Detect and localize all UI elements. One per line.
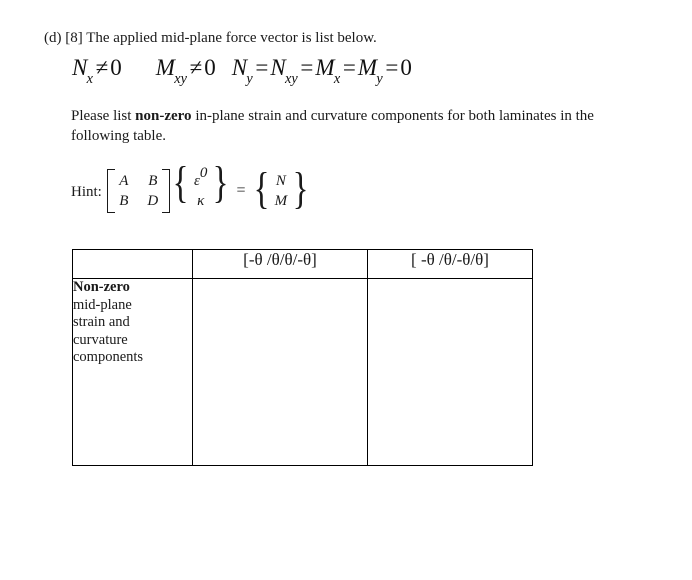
load-vector: { N M } (251, 164, 312, 213)
operator-equals: = (300, 55, 314, 80)
header-cell-blank (72, 249, 193, 279)
symbol-n: N (270, 55, 286, 80)
operator-not-equal: ≠ (189, 55, 203, 80)
equation-term-mxy: Mxy ≠0 (156, 53, 216, 92)
table-row: Non-zero mid-plane strain and curvature … (72, 278, 533, 466)
answer-cell-laminate-1[interactable] (192, 278, 368, 466)
strain-curvature-vector: { ε0 κ } (170, 158, 232, 219)
hint-label: Hint: (71, 183, 102, 200)
table-header-row: [-θ /θ/θ/-θ] [ -θ /θ/-θ/θ] (72, 249, 533, 279)
curly-brace-left-icon: { (253, 164, 270, 213)
instruction-text-start: Please list (71, 108, 136, 124)
row-label-line-2: mid-plane (73, 296, 132, 313)
curly-brace-left-icon: { (172, 158, 189, 207)
vector-cell-curvature: κ (197, 193, 205, 209)
symbol-n: N (231, 55, 248, 80)
row-label-cell: Non-zero mid-plane strain and curvature … (72, 278, 193, 466)
value-zero: 0 (204, 55, 216, 80)
value-zero: 0 (110, 55, 122, 80)
strain-vector-cells: ε0 κ (191, 163, 210, 219)
hint-equals-sign: = (236, 182, 246, 199)
matrix-cell-a22: D (147, 193, 159, 209)
operator-equals: = (385, 55, 399, 80)
curly-brace-right-icon: } (292, 164, 309, 213)
operator-not-equal: ≠ (95, 55, 109, 80)
answer-cell-laminate-2[interactable] (367, 278, 533, 466)
matrix-cell-a21: B (119, 193, 129, 209)
header-cell-laminate-2: [ -θ /θ/-θ/θ] (367, 249, 533, 279)
symbol-m: M (357, 55, 378, 80)
answer-table: [-θ /θ/θ/-θ] [ -θ /θ/-θ/θ] Non-zero mid-… (72, 249, 533, 466)
symbol-m: M (155, 55, 175, 80)
vector-cell-strain: ε0 (194, 165, 207, 191)
subscript-x: x (333, 71, 341, 88)
equation-chain-zero: Ny =Nxy =Mx =My =0 (232, 53, 412, 92)
symbol-n: N (72, 55, 88, 80)
strain-superscript: 0 (199, 164, 208, 181)
question-line: (d) [8] The applied mid-plane force vect… (44, 30, 377, 46)
subscript-y: y (376, 71, 383, 88)
operator-equals: = (342, 55, 356, 80)
abd-matrix-cells: A B B D (115, 169, 162, 213)
value-zero: 0 (400, 55, 412, 80)
row-label-line-4: curvature (73, 331, 128, 348)
force-vector-equation: Nx ≠0 Mxy ≠0 Ny =Nxy =Mx =My =0 (72, 53, 412, 92)
abd-matrix: A B B D (106, 169, 170, 213)
operator-equals: = (255, 55, 269, 80)
subscript-xy: xy (285, 71, 298, 88)
curly-brace-right-icon: } (213, 158, 229, 207)
subscript-y: y (246, 71, 253, 88)
document-page: (d) [8] The applied mid-plane force vect… (0, 0, 692, 580)
equation-term-nx: Nx ≠0 (72, 53, 122, 92)
hint-equation: Hint: A B B D { ε0 κ } = { N M} (71, 158, 312, 219)
strain-symbol: ε (193, 173, 200, 189)
vector-cell-m: M (274, 193, 288, 209)
row-label-bold: Non-zero (73, 279, 130, 295)
instruction-emphasis: non-zero (135, 108, 192, 124)
square-bracket-left-icon (106, 169, 115, 213)
square-bracket-right-icon (161, 169, 170, 213)
instruction-paragraph: Please list non-zero in-plane strain and… (71, 106, 641, 146)
matrix-cell-a12: B (148, 173, 158, 189)
subscript-x: x (86, 71, 93, 88)
matrix-cell-a11: A (119, 173, 129, 189)
row-label-line-3: strain and (73, 314, 130, 330)
header-cell-laminate-1: [-θ /θ/θ/-θ] (192, 249, 368, 279)
symbol-m: M (315, 55, 335, 80)
row-label-line-5: components (73, 349, 144, 365)
load-vector-cells: N M (272, 169, 291, 213)
vector-cell-n: N (275, 173, 286, 189)
subscript-xy: xy (174, 71, 187, 88)
